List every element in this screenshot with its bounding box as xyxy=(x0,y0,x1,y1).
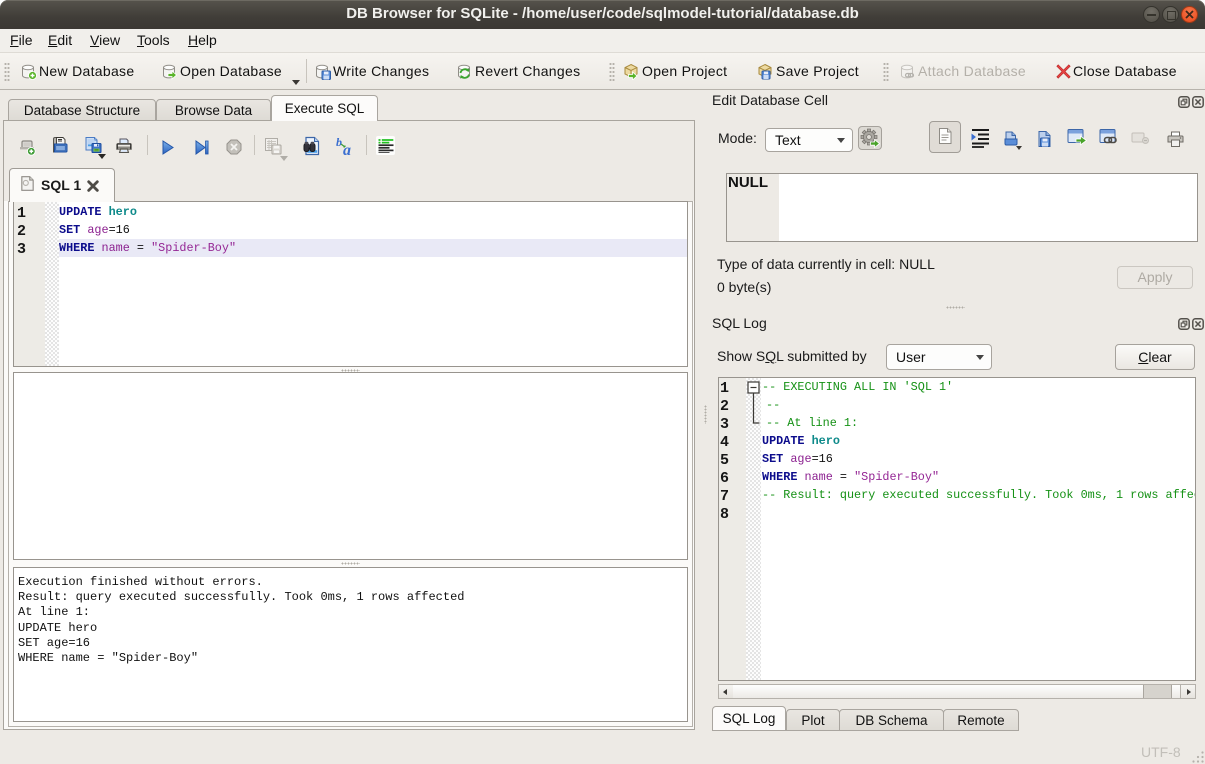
svg-text:a: a xyxy=(343,142,351,157)
svg-text:b: b xyxy=(336,136,342,149)
